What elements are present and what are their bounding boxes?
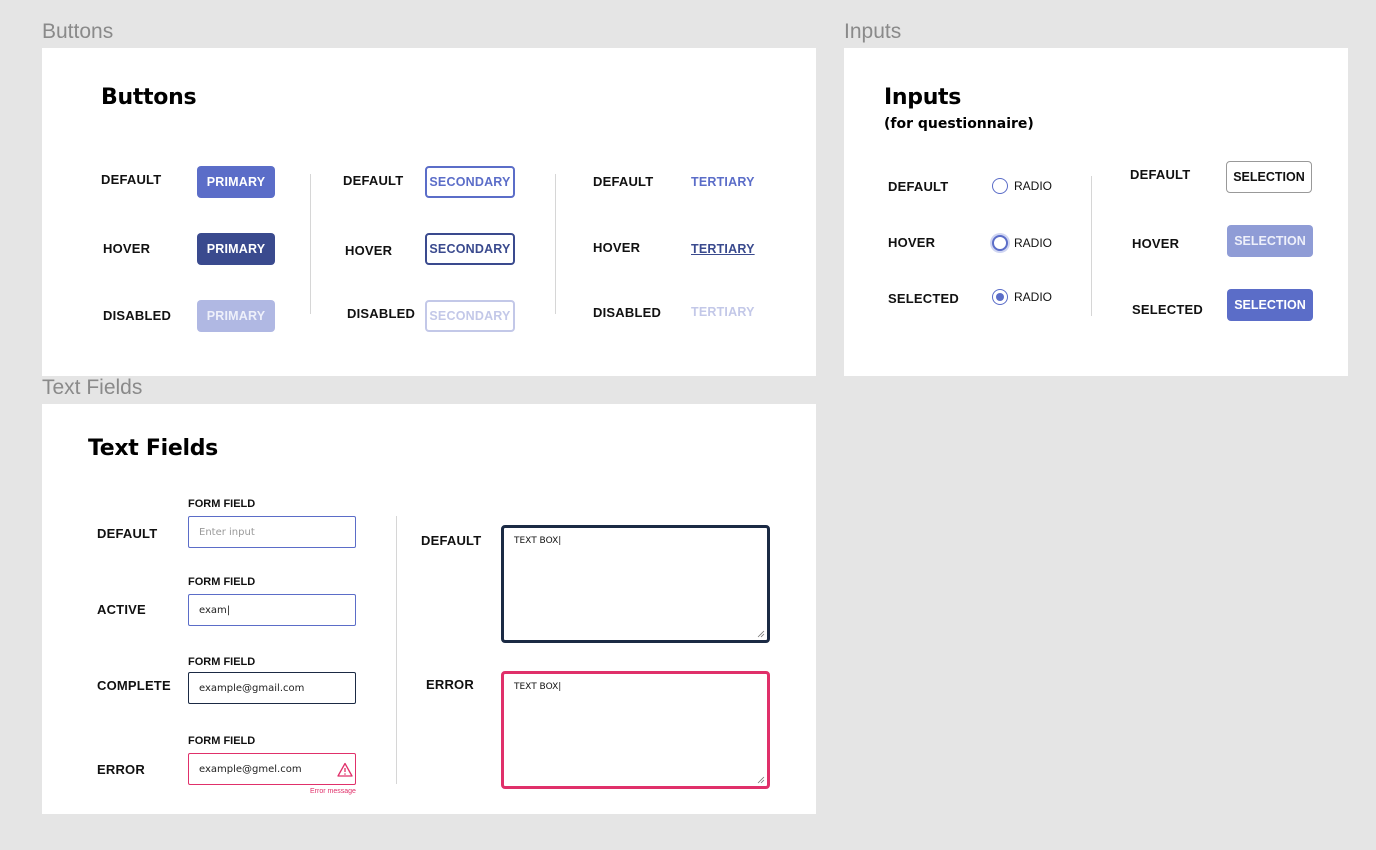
radio-label: RADIO xyxy=(1014,179,1053,193)
state-label-default: DEFAULT xyxy=(421,533,482,548)
resize-handle-icon[interactable] xyxy=(757,630,765,638)
secondary-button-hover[interactable]: SECONDARY xyxy=(425,233,515,265)
radio-label: RADIO xyxy=(1014,236,1053,250)
tertiary-button-hover[interactable]: TERTIARY xyxy=(691,233,781,265)
form-field-complete[interactable]: example@gmail.com xyxy=(188,672,356,704)
text-box-value: TEXT BOX| xyxy=(514,682,562,692)
secondary-button-default[interactable]: SECONDARY xyxy=(425,166,515,198)
secondary-button-disabled[interactable]: SECONDARY xyxy=(425,300,515,332)
text-box-value: TEXT BOX| xyxy=(514,536,562,546)
resize-handle-icon[interactable] xyxy=(757,776,765,784)
state-label-hover: HOVER xyxy=(103,241,151,256)
tertiary-button-disabled[interactable]: TERTIARY xyxy=(691,296,781,328)
form-field-error[interactable]: example@gmel.com xyxy=(188,753,356,785)
frame-label-text-fields: Text Fields xyxy=(42,376,143,399)
radio-circle-icon[interactable] xyxy=(992,235,1008,251)
primary-button-hover[interactable]: PRIMARY xyxy=(197,233,275,265)
state-label-hover: HOVER xyxy=(593,240,641,255)
text-box-default[interactable]: TEXT BOX| xyxy=(501,525,770,643)
state-label-hover: HOVER xyxy=(888,235,936,250)
warning-triangle-icon xyxy=(337,762,353,777)
state-label-default: DEFAULT xyxy=(593,174,654,189)
primary-button-default[interactable]: PRIMARY xyxy=(197,166,275,198)
form-field-label: FORM FIELD xyxy=(188,498,256,510)
state-label-hover: HOVER xyxy=(1132,236,1180,251)
form-field-error-value: example@gmel.com xyxy=(199,763,302,775)
text-fields-title: Text Fields xyxy=(88,436,218,461)
form-field-label: FORM FIELD xyxy=(188,735,256,747)
state-label-default: DEFAULT xyxy=(1130,167,1191,182)
selection-button-hover[interactable]: SELECTION xyxy=(1227,225,1313,257)
text-fields-panel: Text Fields FORM FIELD DEFAULT Enter inp… xyxy=(42,404,816,814)
frame-label-inputs: Inputs xyxy=(844,20,902,43)
buttons-title: Buttons xyxy=(101,85,197,110)
radio-label: RADIO xyxy=(1014,290,1053,304)
form-field-label: FORM FIELD xyxy=(188,656,256,668)
divider xyxy=(555,174,556,314)
state-label-disabled: DISABLED xyxy=(593,305,662,320)
radio-selected[interactable]: RADIO xyxy=(992,289,1052,305)
radio-default[interactable]: RADIO xyxy=(992,178,1052,194)
state-label-hover: HOVER xyxy=(345,243,393,258)
state-label-selected: SELECTED xyxy=(1132,302,1203,317)
inputs-panel: Inputs (for questionnaire) DEFAULT RADIO… xyxy=(844,48,1348,376)
form-field-default[interactable]: Enter input xyxy=(188,516,356,548)
radio-circle-icon[interactable] xyxy=(992,178,1008,194)
divider xyxy=(310,174,311,314)
state-label-error: ERROR xyxy=(426,677,474,692)
state-label-disabled: DISABLED xyxy=(103,308,172,323)
text-box-error[interactable]: TEXT BOX| xyxy=(501,671,770,789)
state-label-default: DEFAULT xyxy=(343,173,404,188)
state-label-default: DEFAULT xyxy=(101,172,162,187)
radio-checked-icon[interactable] xyxy=(992,289,1008,305)
selection-button-selected[interactable]: SELECTION xyxy=(1227,289,1313,321)
state-label-complete: COMPLETE xyxy=(97,678,171,693)
state-label-error: ERROR xyxy=(97,762,145,777)
buttons-panel: Buttons DEFAULT PRIMARY HOVER PRIMARY DI… xyxy=(42,48,816,376)
inputs-subtitle: (for questionnaire) xyxy=(884,116,1034,132)
state-label-default: DEFAULT xyxy=(888,179,949,194)
state-label-active: ACTIVE xyxy=(97,602,146,617)
divider xyxy=(1091,176,1092,316)
frame-label-buttons: Buttons xyxy=(42,20,114,43)
radio-hover[interactable]: RADIO xyxy=(992,235,1052,251)
state-label-default: DEFAULT xyxy=(97,526,158,541)
state-label-disabled: DISABLED xyxy=(347,306,416,321)
selection-button-default[interactable]: SELECTION xyxy=(1226,161,1312,193)
divider xyxy=(396,516,397,784)
state-label-selected: SELECTED xyxy=(888,291,959,306)
error-message: Error message xyxy=(310,788,356,795)
inputs-title: Inputs xyxy=(884,85,962,110)
form-field-label: FORM FIELD xyxy=(188,576,256,588)
primary-button-disabled[interactable]: PRIMARY xyxy=(197,300,275,332)
tertiary-button-default[interactable]: TERTIARY xyxy=(691,166,781,198)
form-field-active[interactable]: exam| xyxy=(188,594,356,626)
